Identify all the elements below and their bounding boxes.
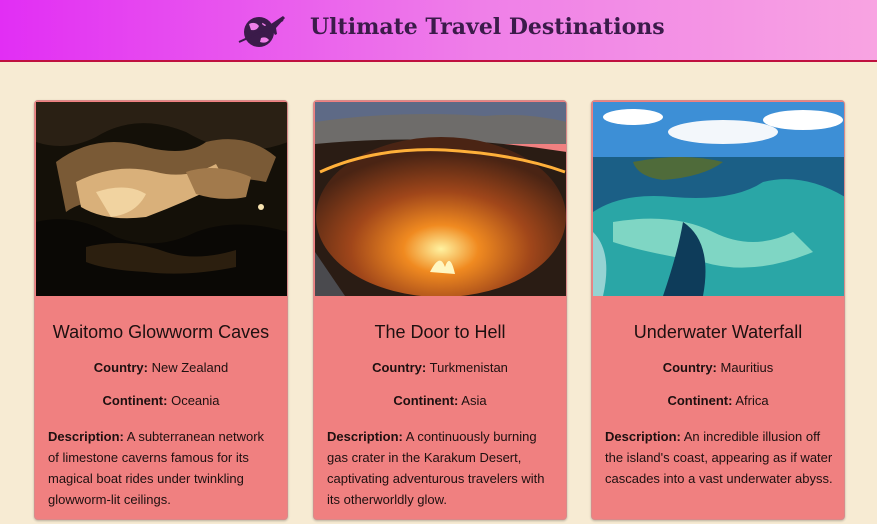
destination-continent: Continent: Africa (667, 393, 769, 408)
destination-description: Description: A subterranean network of l… (48, 429, 265, 507)
destination-country: Country: Turkmenistan (372, 360, 508, 375)
page-title: Ultimate Travel Destinations (310, 14, 665, 40)
destination-continent: Continent: Asia (393, 393, 487, 408)
destination-card: The Door to Hell Country: Turkmenistan C… (313, 100, 567, 520)
site-header: Ultimate Travel Destinations (0, 0, 877, 62)
destination-card: Underwater Waterfall Country: Mauritius … (591, 100, 845, 520)
destination-description: Description: An incredible illusion off … (605, 429, 833, 486)
destination-name: Waitomo Glowworm Caves (52, 322, 270, 342)
destination-image (593, 102, 844, 296)
destination-image (36, 102, 287, 296)
destination-name: The Door to Hell (374, 322, 506, 342)
destination-country: Country: New Zealand (93, 360, 229, 375)
destination-name: Underwater Waterfall (633, 322, 803, 342)
destination-image (315, 102, 566, 296)
globe-airplane-icon (238, 16, 285, 47)
destination-card: Waitomo Glowworm Caves Country: New Zeal… (34, 100, 288, 520)
destination-description: Description: A continuously burning gas … (327, 429, 545, 507)
destination-continent: Continent: Oceania (102, 393, 220, 408)
destination-country: Country: Mauritius (662, 360, 774, 375)
